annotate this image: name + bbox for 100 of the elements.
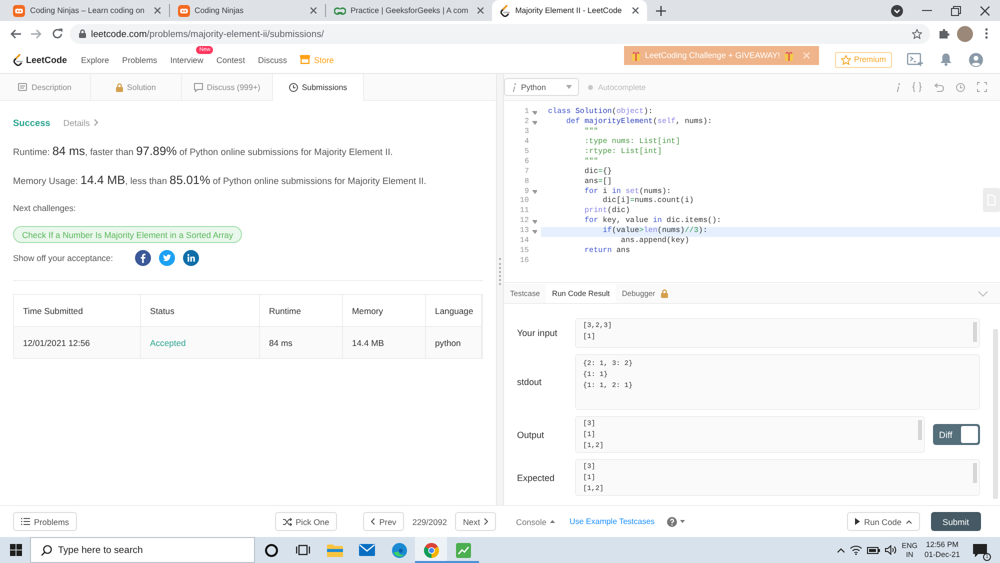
clock-icon[interactable] <box>956 82 965 92</box>
close-icon[interactable] <box>477 7 484 14</box>
result-summary: Memory Usage: 14.4 MB, less than 85.01% of Python online submissions for Majority Element II. <box>13 172 426 189</box>
help-button[interactable] <box>666 516 685 526</box>
run-code-button[interactable]: Run Code <box>847 512 920 531</box>
star-icon <box>840 54 851 64</box>
nav-link[interactable]: Contest <box>216 54 245 64</box>
linkedin-icon[interactable] <box>183 250 200 266</box>
close-icon[interactable] <box>154 7 160 14</box>
search-field[interactable]: Type here to search <box>30 537 255 563</box>
nav-link[interactable]: Discuss <box>258 54 288 64</box>
search-input[interactable]: Type here to search <box>58 543 248 557</box>
facebook-icon[interactable] <box>135 250 152 266</box>
chevron-down-icon[interactable] <box>978 290 988 296</box>
fold-icon[interactable] <box>532 220 537 224</box>
resize-handle[interactable] <box>499 258 501 285</box>
task-view-icon <box>296 544 310 556</box>
battery-icon[interactable] <box>866 546 880 554</box>
table-cell: 12/01/2021 12:56 <box>14 327 141 358</box>
fold-icon[interactable] <box>532 120 537 125</box>
gift-icon <box>630 50 641 60</box>
problem-counter: 229/2092 <box>412 516 447 526</box>
close-icon[interactable] <box>632 7 640 14</box>
nav-link[interactable]: Problems <box>122 54 158 64</box>
chrome-icon <box>424 542 438 558</box>
lock-icon <box>116 82 124 92</box>
store-icon <box>300 55 310 64</box>
avatar[interactable] <box>957 26 973 42</box>
table-cell: python <box>426 327 482 358</box>
account-icon[interactable] <box>969 52 983 66</box>
nav-link[interactable]: Explore <box>81 54 110 64</box>
star-icon[interactable] <box>912 28 922 38</box>
notification-icon <box>973 544 987 556</box>
terminal-icon[interactable] <box>907 53 923 66</box>
speaker-icon[interactable] <box>884 545 897 555</box>
console-button[interactable]: Console <box>516 516 556 526</box>
result-label: Expected <box>517 472 556 482</box>
back-icon[interactable] <box>10 28 21 38</box>
mail-icon <box>359 544 375 556</box>
info-icon <box>512 82 516 92</box>
diff-toggle[interactable]: Diff <box>933 424 980 445</box>
undo-icon[interactable] <box>934 82 944 92</box>
plus-icon[interactable] <box>656 6 666 16</box>
caret-up-icon <box>550 520 556 523</box>
result-summary: Runtime: 84 ms, faster than 97.89% of Python online submissions for Majority Element II. <box>13 143 393 160</box>
fold-icon[interactable] <box>532 110 537 115</box>
submit-button[interactable]: Submit <box>930 512 981 531</box>
restore-icon[interactable] <box>951 6 961 16</box>
scrollbar-thumb[interactable] <box>973 463 977 483</box>
gift-icon <box>784 50 794 60</box>
section-label: Next challenges: <box>13 202 76 214</box>
next-button[interactable]: Next <box>454 512 496 531</box>
comment-icon <box>194 82 203 92</box>
fold-icon[interactable] <box>532 230 537 234</box>
search-icon <box>41 544 52 556</box>
favicon-icon <box>178 4 190 16</box>
favicon-icon <box>334 4 346 16</box>
document-icon <box>18 83 28 91</box>
scrollbar[interactable] <box>993 329 998 499</box>
close-icon[interactable] <box>980 6 990 16</box>
favicon-icon <box>13 4 25 16</box>
chart-icon <box>456 542 470 558</box>
chevron-right-icon <box>484 518 488 525</box>
menu-icon[interactable] <box>985 28 988 39</box>
chevron-right-icon <box>94 119 98 126</box>
scrollbar-thumb[interactable] <box>918 420 922 440</box>
braces-icon[interactable] <box>912 82 922 92</box>
clock-icon <box>288 83 298 92</box>
info-icon[interactable] <box>896 82 900 92</box>
result-label: Your input <box>517 328 558 338</box>
forward-icon[interactable] <box>31 28 42 38</box>
result-label: stdout <box>517 377 543 387</box>
pick-one-button[interactable]: Pick One <box>274 512 338 531</box>
play-icon <box>855 518 860 525</box>
problems-button[interactable]: Problems <box>13 512 78 531</box>
logo-link[interactable]: LeetCode <box>13 54 68 66</box>
folder-icon <box>327 544 343 556</box>
bell-icon[interactable] <box>940 53 952 66</box>
scrollbar-thumb[interactable] <box>973 322 977 342</box>
close-icon[interactable] <box>310 7 316 14</box>
chevron-circle-icon[interactable] <box>891 4 903 16</box>
panel-tab[interactable]: Submissions <box>273 74 364 101</box>
help-icon <box>666 516 677 526</box>
puzzle-icon[interactable] <box>939 28 950 39</box>
chevron-up-icon[interactable] <box>836 548 845 552</box>
address-field[interactable]: leetcode.com/problems/majority-element-ii/submissions/ <box>70 24 930 44</box>
table-cell: 84 ms <box>260 327 343 358</box>
table-cell: 14.4 MB <box>343 327 426 358</box>
fold-icon[interactable] <box>532 190 537 194</box>
twitter-icon[interactable] <box>159 250 176 266</box>
wifi-icon[interactable] <box>850 545 862 555</box>
fullscreen-icon[interactable] <box>977 82 987 92</box>
prev-button[interactable]: Prev <box>363 512 404 531</box>
language-dropdown[interactable]: Python <box>504 78 579 96</box>
circle-icon <box>264 544 278 556</box>
reload-icon[interactable] <box>52 28 63 39</box>
caret-down-icon <box>566 85 572 89</box>
caret-up-icon <box>906 520 912 524</box>
nav-link[interactable]: Interview <box>170 54 204 64</box>
windows-logo-icon[interactable] <box>10 544 22 556</box>
